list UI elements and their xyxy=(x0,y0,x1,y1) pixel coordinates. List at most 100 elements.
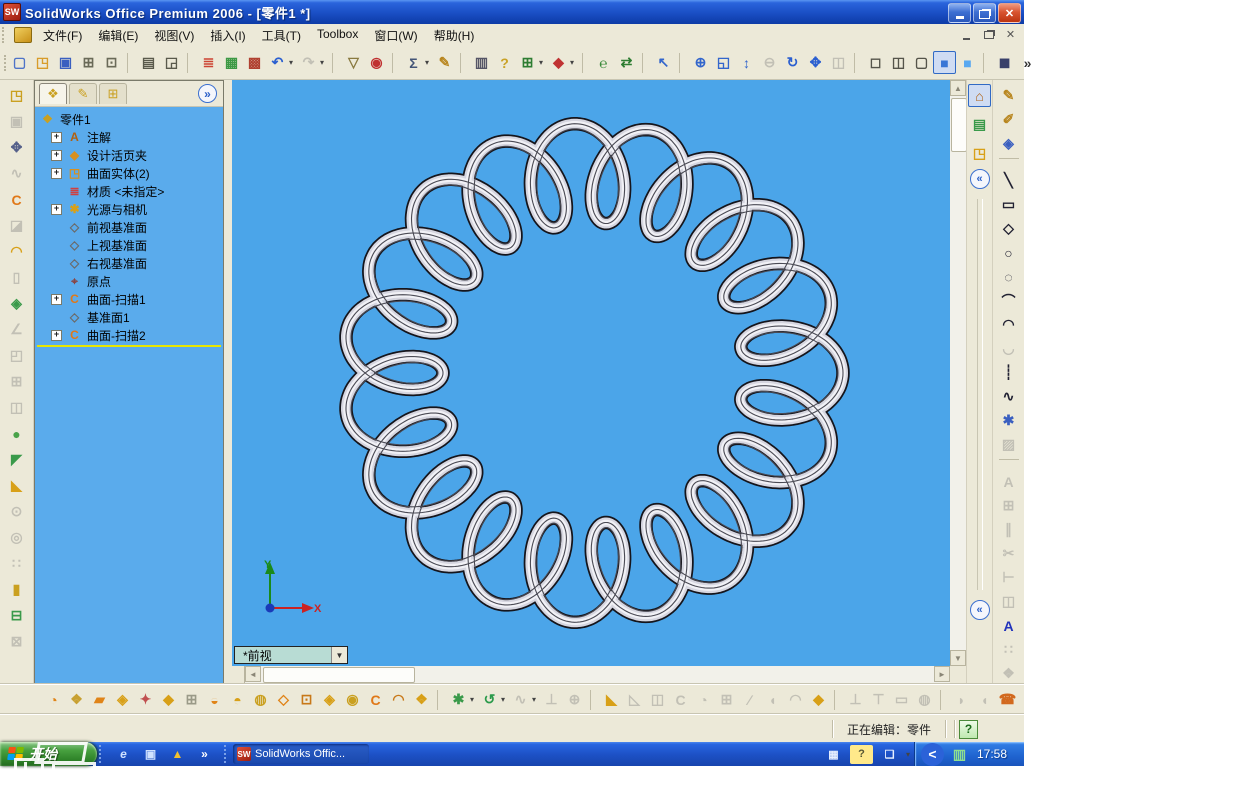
zoom-to-fit[interactable]: ⊕ xyxy=(689,51,712,74)
child-close-button[interactable]: ✕ xyxy=(1001,26,1020,43)
tree-item-design-binder[interactable]: + ◆ 设计活页夹 xyxy=(39,146,223,164)
taskpane-home[interactable]: ⌂ xyxy=(968,84,991,107)
spline-tool-dropdown[interactable]: ▾ xyxy=(501,695,509,704)
tree-item-lights-cameras-expand[interactable]: + xyxy=(51,203,62,215)
edit-part[interactable]: ◳ xyxy=(5,84,28,107)
replace-face[interactable]: ◈ xyxy=(318,688,341,711)
animator[interactable]: ⇄ xyxy=(615,51,638,74)
tree-item-right-plane[interactable]: ◇ 右视基准面 xyxy=(39,254,223,272)
toolbar-overflow[interactable]: » xyxy=(1016,51,1039,74)
delete-face[interactable]: ⊡ xyxy=(295,688,318,711)
tree-item-surface-sweep2[interactable]: + C 曲面-扫描2 xyxy=(39,326,223,344)
make-assembly-from-part[interactable]: ⊡ xyxy=(100,51,123,74)
fillet[interactable]: ● xyxy=(5,422,28,445)
menu-insert[interactable]: 插入(I) xyxy=(202,24,253,47)
scroll-right-button[interactable]: ► xyxy=(934,666,950,682)
taskbar-clock[interactable]: 17:58 xyxy=(977,747,1007,761)
freeform[interactable]: ◈ xyxy=(5,292,28,315)
hidden-lines-visible[interactable]: ◫ xyxy=(887,51,910,74)
quicklaunch-ie[interactable]: e xyxy=(112,744,135,764)
extruded-surface[interactable]: ◔ xyxy=(42,688,65,711)
scroll-left-button[interactable]: ◄ xyxy=(245,666,261,682)
perimeter-circle[interactable]: ◌ xyxy=(997,265,1020,288)
thicken[interactable]: ❖ xyxy=(410,688,433,711)
tree-item-surface-sweep1[interactable]: + C 曲面-扫描1 xyxy=(39,290,223,308)
horizontal-scroll-track[interactable] xyxy=(261,666,934,684)
radiate-surface[interactable]: ◒ xyxy=(203,688,226,711)
tree-item-top-plane[interactable]: ◇ 上视基准面 xyxy=(39,236,223,254)
horizontal-scrollbar[interactable]: ◄ ► xyxy=(232,666,950,684)
wireframe[interactable]: ◻ xyxy=(864,51,887,74)
dome[interactable]: ◠ xyxy=(5,240,28,263)
knit-surface[interactable]: ◓ xyxy=(226,688,249,711)
selection-filter[interactable]: ▽ xyxy=(342,51,365,74)
taskpane-resources[interactable]: ▤ xyxy=(968,113,991,136)
tree-item-surface-sweep1-expand[interactable]: + xyxy=(51,293,62,305)
edit-color[interactable]: ▦ xyxy=(220,51,243,74)
shaded-with-edges[interactable]: ■ xyxy=(933,51,956,74)
tree-item-material[interactable]: ≣ 材质 <未指定> xyxy=(39,182,223,200)
shaded[interactable]: ■ xyxy=(956,51,979,74)
taskbar-app-button[interactable]: SW SolidWorks Offic... xyxy=(233,744,369,764)
zoom-to-area[interactable]: ◱ xyxy=(712,51,735,74)
tree-item-surface-bodies-expand[interactable]: + xyxy=(51,167,62,179)
new-document[interactable]: ▢ xyxy=(8,51,31,74)
tab-propertymanager[interactable]: ✎ xyxy=(69,83,97,104)
print-preview[interactable]: ◲ xyxy=(160,51,183,74)
rectangle[interactable]: ▭ xyxy=(997,193,1020,216)
menu-edit[interactable]: 编辑(E) xyxy=(90,24,146,47)
print[interactable]: ▤ xyxy=(137,51,160,74)
tab-featuremanager[interactable]: ❖ xyxy=(39,83,67,104)
view-orientation-dropdown[interactable]: ▼ xyxy=(331,647,347,663)
toolbox-browser-dropdown[interactable]: ▾ xyxy=(570,58,578,67)
panel-expand-button[interactable]: » xyxy=(198,84,217,103)
scrollbar-resize-handle[interactable] xyxy=(232,666,245,684)
edrawings-publish[interactable]: ℮ xyxy=(592,51,615,74)
close-button[interactable]: ✕ xyxy=(998,3,1021,23)
hidden-lines-removed[interactable]: ▢ xyxy=(910,51,933,74)
tangent-arc[interactable]: ◠ xyxy=(997,313,1020,336)
rotate-view[interactable]: ↻ xyxy=(781,51,804,74)
tray-help[interactable]: ? xyxy=(850,744,873,764)
trim-surface[interactable]: C xyxy=(364,688,387,711)
task-pane-collapse-bottom[interactable]: « xyxy=(969,600,990,620)
status-help-icon[interactable]: ? xyxy=(959,719,978,739)
model-garter-spring[interactable] xyxy=(232,80,950,666)
revolved-surface[interactable]: ❖ xyxy=(65,688,88,711)
toolbox-browser[interactable]: ◆ xyxy=(547,51,570,74)
tree-item-plane1[interactable]: ◇ 基准面1 xyxy=(39,308,223,326)
mid-surface[interactable]: ◇ xyxy=(272,688,295,711)
fillet-surface[interactable]: ◣ xyxy=(600,688,623,711)
point[interactable]: ✱ xyxy=(997,409,1020,432)
menu-toolbox[interactable]: Toolbox xyxy=(309,24,366,47)
tree-item-front-plane[interactable]: ◇ 前视基准面 xyxy=(39,218,223,236)
taskpane-library[interactable]: ◳ xyxy=(968,142,991,165)
spline-tool[interactable]: ↺ xyxy=(478,688,501,711)
menu-file[interactable]: 文件(F) xyxy=(35,24,90,47)
sketch[interactable]: ✎ xyxy=(997,84,1020,107)
measure-dropdown[interactable]: ▾ xyxy=(425,58,433,67)
circle[interactable]: ○ xyxy=(997,241,1020,264)
open-document[interactable]: ◳ xyxy=(31,51,54,74)
edit-texture[interactable]: ▩ xyxy=(243,51,266,74)
chamfer[interactable]: ◤ xyxy=(5,448,28,471)
view-pointer[interactable]: ↖ xyxy=(652,51,675,74)
rollback-tool[interactable]: ☎ xyxy=(996,688,1019,711)
draft-tool[interactable]: ◣ xyxy=(5,474,28,497)
vertical-scroll-thumb[interactable] xyxy=(951,98,967,152)
minimize-button[interactable] xyxy=(948,3,971,23)
annotation-text[interactable]: A xyxy=(997,614,1020,637)
quicklaunch-show-desktop[interactable]: ▣ xyxy=(139,744,162,764)
make-drawing-from-part[interactable]: ⊞ xyxy=(77,51,100,74)
dome-surface[interactable]: ◆ xyxy=(807,688,830,711)
planar-surface[interactable]: ◆ xyxy=(157,688,180,711)
language-bar[interactable]: < xyxy=(921,742,944,766)
zoom-in-out[interactable]: ↕ xyxy=(735,51,758,74)
untrim-surface[interactable]: ◠ xyxy=(387,688,410,711)
design-table-dropdown[interactable]: ▾ xyxy=(539,58,547,67)
tree-item-surface-sweep2-expand[interactable]: + xyxy=(51,329,62,341)
scroll-up-button[interactable]: ▲ xyxy=(950,80,966,96)
options-list[interactable]: ▥ xyxy=(470,51,493,74)
rollback-bar[interactable] xyxy=(37,345,221,347)
child-minimize-button[interactable] xyxy=(957,26,976,43)
